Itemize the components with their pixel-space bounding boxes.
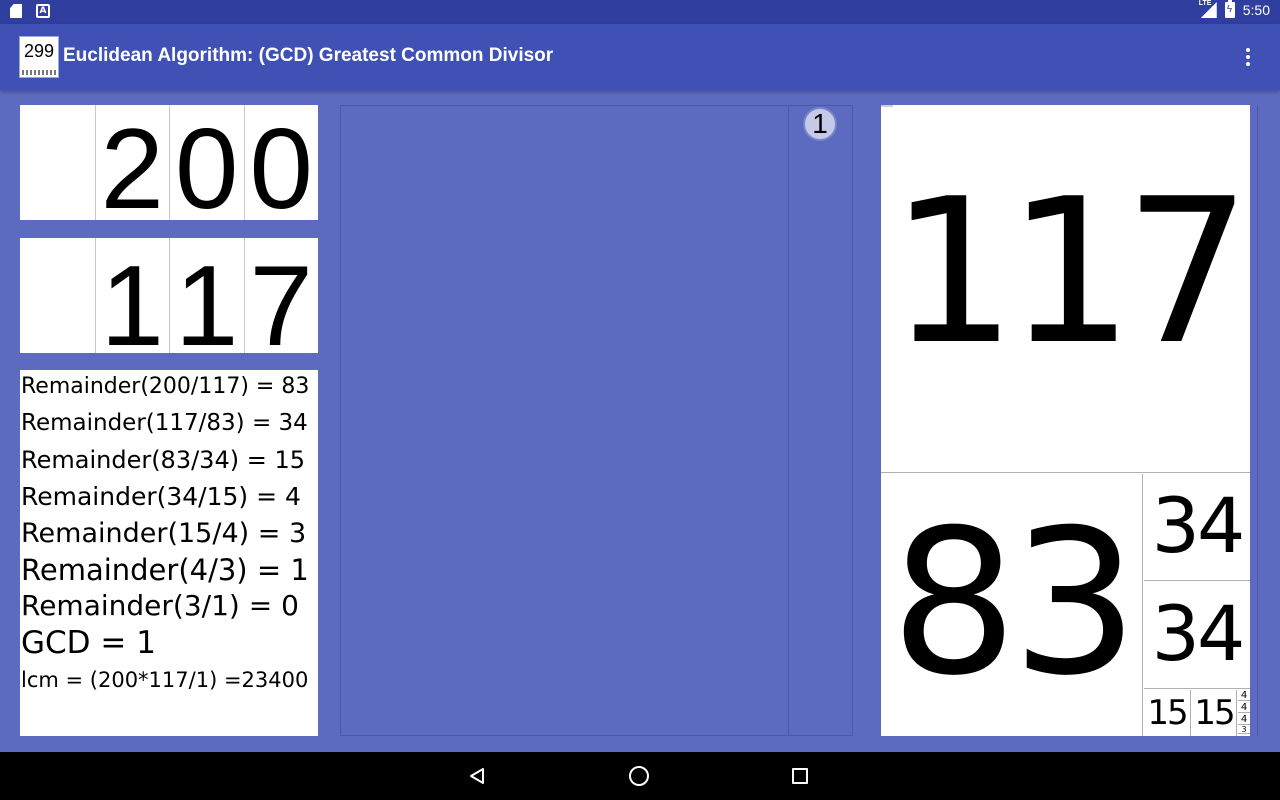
- tile-4: 4: [1238, 714, 1250, 725]
- app-icon-number: 299: [23, 41, 55, 61]
- tile-34-bottom: 34: [1144, 582, 1250, 689]
- step-line: Remainder(15/4) = 3: [21, 518, 307, 549]
- input-b-digits[interactable]: 1 1 7: [20, 238, 318, 353]
- step-line: Remainder(200/117) = 83: [21, 374, 310, 399]
- digit: 1: [100, 243, 164, 354]
- digit-cell[interactable]: 1: [169, 238, 244, 353]
- home-icon[interactable]: [629, 766, 649, 786]
- step-line: Remainder(4/3) = 1: [21, 553, 309, 587]
- step-line: Remainder(34/15) = 4: [21, 482, 301, 511]
- network-label: LTE: [1198, 0, 1212, 7]
- app-icon: 299: [19, 36, 59, 78]
- gcd-result: GCD = 1: [21, 625, 156, 661]
- step-badge[interactable]: 1: [803, 107, 837, 141]
- digit: 2: [100, 106, 164, 221]
- tile-4: 4: [1238, 690, 1250, 701]
- steps-panel: Remainder(200/117) = 83 Remainder(117/83…: [20, 370, 318, 736]
- clock: 5:50: [1242, 2, 1270, 18]
- panel-edge: [1250, 105, 1258, 736]
- more-vert-icon[interactable]: [1236, 44, 1260, 70]
- navigation-bar: [0, 752, 1280, 800]
- digit: 1: [175, 243, 239, 354]
- lte-signal-icon: LTE: [1198, 0, 1217, 18]
- sd-card-icon: [10, 4, 22, 18]
- tile-3: 3: [1238, 725, 1250, 734]
- step-line: Remainder(117/83) = 34: [21, 410, 308, 436]
- step-line: Remainder(83/34) = 15: [21, 446, 305, 474]
- digit: 7: [249, 243, 313, 354]
- remainder-tiles: 117 83 34 34 15 15 4 4 4 3: [881, 105, 1250, 736]
- status-bar: A LTE ϟ 5:50: [0, 0, 1280, 24]
- digit-cell[interactable]: 2: [94, 105, 170, 221]
- battery-charging-icon: ϟ: [1224, 0, 1235, 18]
- back-icon[interactable]: [468, 767, 486, 785]
- app-title: Euclidean Algorithm: (GCD) Greatest Comm…: [63, 45, 554, 66]
- tile-4: 4: [1238, 702, 1250, 713]
- notification-a-icon: A: [36, 4, 50, 18]
- digit-cell[interactable]: 0: [169, 105, 244, 220]
- digit: 0: [175, 106, 239, 221]
- app-icon-strip: [22, 70, 56, 75]
- tile-15-left: 15: [1144, 690, 1191, 736]
- digit-cell[interactable]: 0: [243, 105, 319, 221]
- tile-83: 83: [881, 474, 1143, 736]
- tile-117: 117: [881, 105, 1250, 473]
- recents-icon[interactable]: [792, 768, 808, 784]
- panel-divider: [788, 106, 789, 735]
- digit-cell[interactable]: 7: [243, 238, 319, 354]
- step-line: Remainder(3/1) = 0: [21, 589, 299, 622]
- digit-cell[interactable]: 1: [94, 238, 170, 354]
- digit-cell[interactable]: [20, 105, 95, 220]
- digit-cell[interactable]: [20, 238, 95, 353]
- app-bar: 299 Euclidean Algorithm: (GCD) Greatest …: [0, 24, 1280, 90]
- lcm-result: lcm = (200*117/1) =23400: [21, 668, 309, 692]
- input-a-digits[interactable]: 2 0 0: [20, 105, 318, 220]
- tile-15-right: 15: [1192, 690, 1237, 736]
- digit: 0: [249, 106, 313, 221]
- visualization-panel: 1: [340, 105, 853, 736]
- tile-34-top: 34: [1144, 474, 1250, 581]
